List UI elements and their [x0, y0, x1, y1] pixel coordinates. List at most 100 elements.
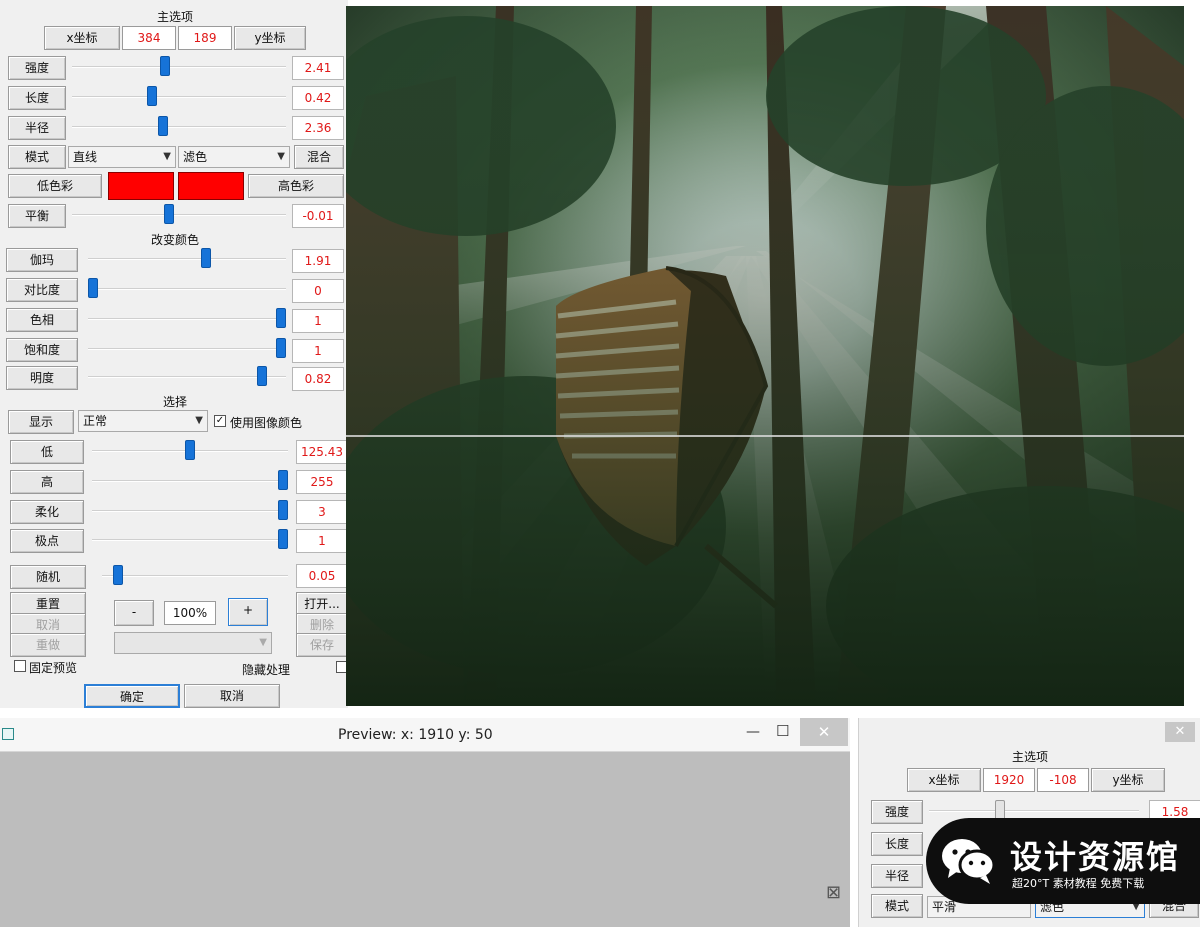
preview-title: Preview: x: 1910 y: 50	[338, 727, 493, 743]
mode-select[interactable]: 直线 ▼	[68, 146, 176, 168]
pole-value[interactable]: 1	[296, 529, 348, 553]
zoom-in-button[interactable]: +	[228, 598, 268, 626]
zoom-value[interactable]: 100%	[164, 601, 216, 625]
intensity-slider-thumb[interactable]	[159, 56, 170, 76]
preview-titlebar[interactable]: Preview: x: 1910 y: 50 — ☐ ✕	[0, 718, 850, 752]
display-button[interactable]: 显示	[8, 410, 74, 434]
low-color-button[interactable]: 低色彩	[8, 174, 102, 198]
wechat-icon	[942, 839, 996, 884]
contrast-slider-thumb[interactable]	[88, 278, 98, 298]
ok-button[interactable]: 确定	[84, 684, 180, 708]
close-icon[interactable]: ✕	[800, 718, 848, 746]
chevron-down-icon: ▼	[277, 151, 285, 162]
high-color-button[interactable]: 高色彩	[248, 174, 344, 198]
x-coord-input[interactable]: 1920	[983, 768, 1035, 792]
high-color-swatch[interactable]	[178, 172, 244, 200]
mix-button[interactable]: 混合	[294, 145, 344, 169]
low-slider-thumb[interactable]	[185, 440, 195, 460]
soften-slider-thumb[interactable]	[278, 500, 288, 520]
gamma-slider-track[interactable]	[88, 258, 286, 260]
x-coord-input[interactable]: 384	[122, 26, 176, 50]
brightness-value[interactable]: 0.82	[292, 367, 344, 391]
y-coord-tab[interactable]: y坐标	[234, 26, 306, 50]
x-coord-tab[interactable]: x坐标	[44, 26, 120, 50]
length-slider-track[interactable]	[72, 96, 286, 98]
resize-grip-icon[interactable]: ⊠	[826, 882, 841, 903]
chevron-down-icon: ▼	[195, 415, 203, 426]
balance-slider-thumb[interactable]	[163, 204, 174, 224]
y-coord-input[interactable]: -108	[1037, 768, 1089, 792]
y-coord-tab[interactable]: y坐标	[1091, 768, 1165, 792]
select-title: 选择	[162, 395, 187, 409]
hue-slider-track[interactable]	[88, 318, 286, 320]
intensity-label: 强度	[871, 800, 923, 824]
random-value[interactable]: 0.05	[296, 564, 348, 588]
blend-select[interactable]: 滤色 ▼	[178, 146, 290, 168]
hue-slider-thumb[interactable]	[276, 308, 286, 328]
display-select[interactable]: 正常 ▼	[78, 410, 208, 432]
soften-value[interactable]: 3	[296, 500, 348, 524]
contrast-slider-track[interactable]	[88, 288, 286, 290]
random-slider-track[interactable]	[102, 575, 288, 577]
app-icon	[2, 728, 14, 740]
use-image-color-label: 使用图像颜色	[230, 416, 303, 430]
saturation-value[interactable]: 1	[292, 339, 344, 363]
mode-select-value: 平滑	[932, 900, 957, 914]
pole-slider-thumb[interactable]	[278, 529, 288, 549]
saturation-slider-thumb[interactable]	[276, 338, 286, 358]
change-color-title: 改变颜色	[150, 233, 199, 247]
chevron-down-icon: ▼	[259, 637, 267, 648]
low-value[interactable]: 125.43	[296, 440, 348, 464]
low-color-swatch[interactable]	[108, 172, 174, 200]
radius-label: 半径	[8, 116, 66, 140]
gamma-value[interactable]: 1.91	[292, 249, 344, 273]
use-image-color-checkbox[interactable]: ✓	[214, 415, 226, 427]
blend-select-value: 滤色	[183, 150, 208, 164]
maximize-icon[interactable]: ☐	[776, 722, 789, 740]
x-coord-tab[interactable]: x坐标	[907, 768, 981, 792]
high-slider-track[interactable]	[92, 480, 288, 482]
zoom-out-button[interactable]: -	[114, 600, 154, 626]
minimize-icon[interactable]: —	[746, 724, 760, 740]
balance-label: 平衡	[8, 204, 66, 228]
intensity-label: 强度	[8, 56, 66, 80]
gamma-slider-thumb[interactable]	[200, 248, 211, 268]
length-slider-thumb[interactable]	[147, 86, 158, 106]
y-coord-input[interactable]: 189	[178, 26, 232, 50]
saturation-slider-track[interactable]	[88, 348, 286, 350]
balance-slider-track[interactable]	[72, 214, 286, 216]
saturation-label: 饱和度	[6, 338, 78, 362]
contrast-label: 对比度	[6, 278, 78, 302]
intensity-slider-track[interactable]	[72, 66, 286, 68]
intensity-slider-track[interactable]	[929, 810, 1139, 812]
random-slider-thumb[interactable]	[112, 565, 123, 585]
soften-slider-track[interactable]	[92, 510, 288, 512]
cancel-button[interactable]: 取消	[184, 684, 280, 708]
radius-value[interactable]: 2.36	[292, 116, 344, 140]
random-button[interactable]: 随机	[10, 565, 86, 589]
redo-button[interactable]: 重做	[10, 633, 86, 657]
intensity-slider-thumb[interactable]	[995, 800, 1005, 820]
length-value[interactable]: 0.42	[292, 86, 344, 110]
high-label: 高	[10, 470, 84, 494]
mode-label: 模式	[871, 894, 923, 918]
pole-slider-track[interactable]	[92, 539, 288, 541]
close-icon[interactable]: ✕	[1165, 722, 1195, 742]
intensity-value[interactable]: 2.41	[292, 56, 344, 80]
preview-window: Preview: x: 1910 y: 50 — ☐ ✕ ⊠	[0, 718, 850, 927]
watermark-title: 设计资源馆	[1010, 838, 1181, 876]
fixed-preview-checkbox[interactable]	[14, 660, 26, 672]
radius-slider-thumb[interactable]	[157, 116, 168, 136]
main-options-title: 主选项	[156, 10, 193, 24]
watermark-badge: 设计资源馆 超20°T 素材教程 免费下载	[926, 818, 1200, 904]
fixed-preview-label: 固定预览	[29, 661, 78, 675]
radius-slider-track[interactable]	[72, 126, 286, 128]
preset-select[interactable]: ▼	[114, 632, 272, 654]
balance-value[interactable]: -0.01	[292, 204, 344, 228]
hue-value[interactable]: 1	[292, 309, 344, 333]
high-value[interactable]: 255	[296, 470, 348, 494]
high-slider-thumb[interactable]	[278, 470, 288, 490]
contrast-value[interactable]: 0	[292, 279, 344, 303]
save-button[interactable]: 保存	[296, 633, 348, 657]
brightness-slider-thumb[interactable]	[257, 366, 268, 386]
